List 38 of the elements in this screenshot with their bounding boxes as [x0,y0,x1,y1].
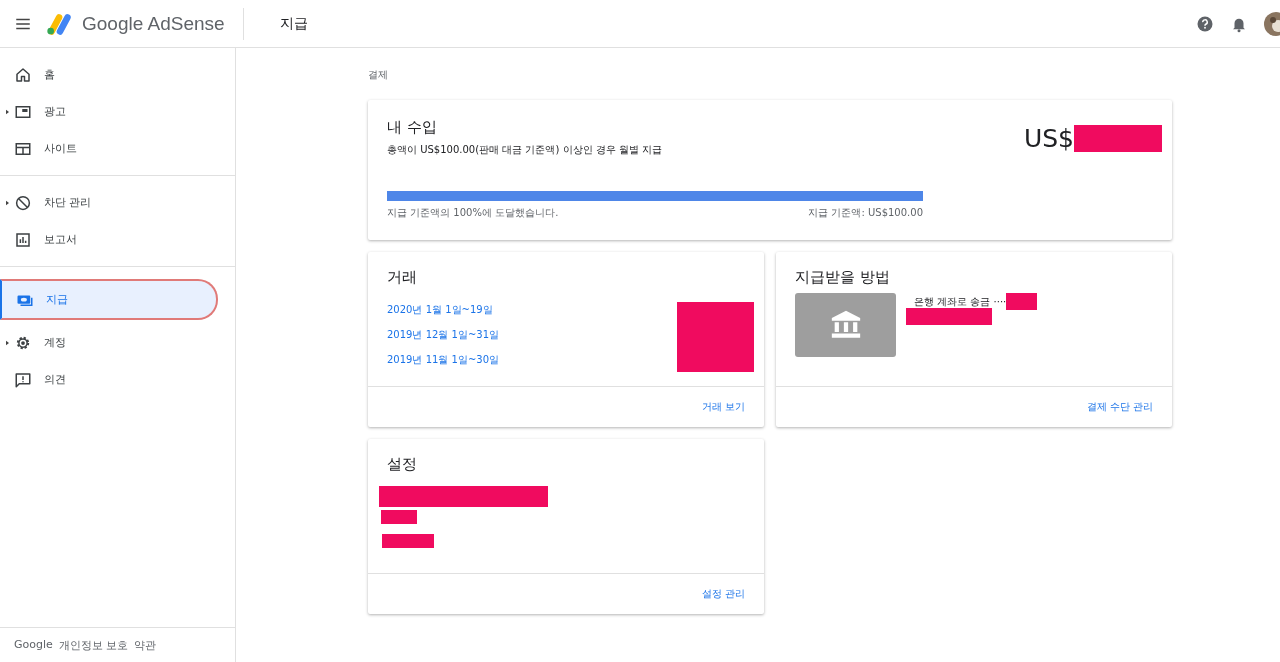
nav-item[interactable]: 광고 [0,93,218,130]
payment-method-text: 은행 계좌로 송금 ···· [914,295,1007,309]
period-link[interactable]: 2019년 11월 1일~30일 [387,353,499,367]
redaction-bar [382,534,434,548]
logo-icon [46,11,74,36]
card-title: 내 수입 [387,118,438,137]
manage-settings-link[interactable]: 설정 관리 [701,587,745,601]
progress-caption: 지급 기준액의 100%에 도달했습니다. [387,206,559,220]
block-icon [14,193,32,212]
period-link[interactable]: 2020년 1월 1일~19일 [387,303,499,317]
footer-link[interactable]: 약관 [134,638,157,662]
footer-link[interactable]: 개인정보 보호 [58,638,129,662]
nav-item[interactable]: 사이트 [0,130,218,167]
page-title: 지급 [279,14,308,33]
manage-payment-link[interactable]: 결제 수단 관리 [1086,400,1153,414]
nav-item[interactable]: 보고서 [0,221,218,258]
amount-text: US$ [1023,124,1074,153]
breadcrumb: 결제 [368,68,389,82]
redaction-bar [1006,293,1038,310]
card-title: 설정 [387,455,418,474]
threshold-text: 지급 기준액: US$100.00 [808,206,923,220]
feedback-icon [14,370,32,389]
bar-chart-icon [14,230,32,249]
product-name: Google AdSense [82,12,225,35]
period-link[interactable]: 2019년 12월 1일~31일 [387,328,499,342]
card-subtitle: 총액이 US$100.00(판매 대금 기준액) 이상인 경우 월별 지급 [387,143,663,157]
redaction-bar [381,510,417,524]
nav-item[interactable]: 홈 [0,56,218,93]
nav-item[interactable]: 지급 [0,279,218,320]
nav-item[interactable]: 의견 [0,361,218,398]
help-icon[interactable] [1196,14,1214,33]
card-title: 거래 [387,268,418,287]
footer-link[interactable]: Google [14,638,53,662]
home-icon [14,65,32,84]
nav-item[interactable]: 차단 관리 [0,184,218,221]
nav-item[interactable]: 계정 [0,324,218,361]
view-transactions-link[interactable]: 거래 보기 [701,400,745,414]
card-title: 지급받을 방법 [795,268,891,287]
